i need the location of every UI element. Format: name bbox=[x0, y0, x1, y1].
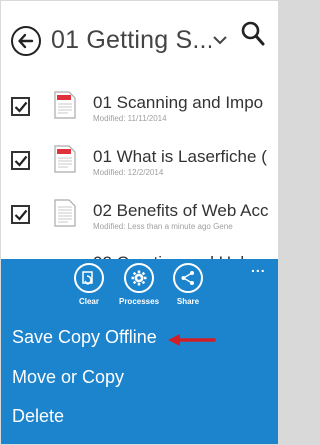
share-icon bbox=[173, 263, 203, 293]
item-title: 01 Scanning and Impo bbox=[93, 93, 264, 112]
checkmark-icon bbox=[14, 209, 28, 221]
chevron-down-icon[interactable] bbox=[213, 36, 227, 45]
app-window: 01 Getting S... 01 Scanning and Impo Mod… bbox=[1, 1, 278, 444]
checkmark-icon bbox=[14, 101, 28, 113]
more-options-icon[interactable]: ... bbox=[251, 259, 266, 275]
back-arrow-icon bbox=[18, 33, 34, 49]
item-modified: Modified: Less than a minute ago Gene bbox=[93, 222, 233, 231]
item-title: 01 What is Laserfiche ( bbox=[93, 147, 267, 166]
header: 01 Getting S... bbox=[1, 1, 278, 79]
checkmark-icon bbox=[14, 155, 28, 167]
save-copy-offline-item[interactable]: Save Copy Offline bbox=[12, 327, 157, 348]
gear-icon bbox=[124, 263, 154, 293]
list-item[interactable]: 01 Scanning and Impo Modified: 11/11/201… bbox=[1, 85, 278, 139]
list-item[interactable]: 01 What is Laserfiche ( Modified: 12/2/2… bbox=[1, 139, 278, 193]
action-sheet: ... Clear Processes Share Save Copy Offl… bbox=[1, 259, 278, 444]
share-label: Share bbox=[176, 297, 200, 306]
processes-button[interactable]: Processes bbox=[114, 263, 164, 306]
item-title: 02 Benefits of Web Acc bbox=[93, 201, 269, 220]
share-button[interactable]: Share bbox=[163, 263, 213, 306]
back-button[interactable] bbox=[11, 26, 41, 56]
document-icon bbox=[54, 199, 76, 227]
item-modified: Modified: 11/11/2014 bbox=[93, 114, 167, 123]
checkbox[interactable] bbox=[11, 151, 30, 170]
checkbox[interactable] bbox=[11, 205, 30, 224]
document-icon bbox=[54, 145, 76, 173]
delete-item[interactable]: Delete bbox=[12, 406, 64, 427]
item-modified: Modified: 12/2/2014 bbox=[93, 168, 164, 177]
folder-title: 01 Getting S... bbox=[51, 26, 211, 54]
clear-button[interactable]: Clear bbox=[64, 263, 114, 306]
clear-icon bbox=[74, 263, 104, 293]
search-icon[interactable] bbox=[241, 21, 265, 47]
document-icon bbox=[54, 91, 76, 119]
processes-label: Processes bbox=[118, 297, 160, 306]
checkbox[interactable] bbox=[11, 97, 30, 116]
list-item[interactable]: 02 Benefits of Web Acc Modified: Less th… bbox=[1, 193, 278, 247]
move-or-copy-item[interactable]: Move or Copy bbox=[12, 367, 124, 388]
red-arrow-annotation bbox=[168, 334, 216, 346]
clear-label: Clear bbox=[78, 297, 99, 306]
